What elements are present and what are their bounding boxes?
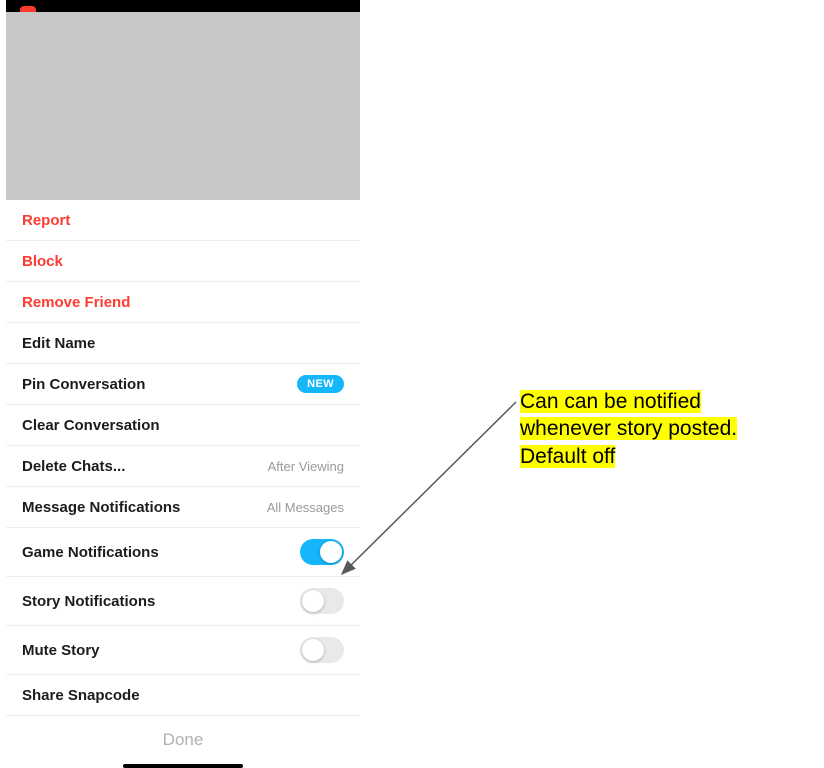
menu-pin-conversation[interactable]: Pin Conversation NEW: [6, 364, 360, 405]
annotation-text: Can can be notified whenever story poste…: [520, 388, 737, 470]
done-button[interactable]: Done: [6, 716, 360, 760]
snapcode-preview: [6, 12, 360, 200]
menu-list: Report Block Remove Friend Edit Name Pin…: [6, 200, 360, 768]
menu-label: Edit Name: [22, 335, 95, 352]
menu-label: Mute Story: [22, 642, 100, 659]
menu-label: Clear Conversation: [22, 417, 160, 434]
annotation-line: Can can be notified: [520, 390, 701, 413]
annotation-line: Default off: [520, 445, 615, 468]
menu-message-notifications[interactable]: Message Notifications All Messages: [6, 487, 360, 528]
menu-label: Message Notifications: [22, 499, 180, 516]
toggle-knob: [320, 541, 342, 563]
toggle-mute-story[interactable]: [300, 637, 344, 663]
menu-game-notifications: Game Notifications: [6, 528, 360, 577]
annotation-line: whenever story posted.: [520, 417, 737, 440]
menu-value: All Messages: [267, 500, 344, 515]
toggle-game-notifications[interactable]: [300, 539, 344, 565]
toggle-knob: [302, 639, 324, 661]
menu-label: Report: [22, 212, 70, 229]
annotation-arrow: [336, 396, 526, 586]
toggle-story-notifications[interactable]: [300, 588, 344, 614]
menu-label: Block: [22, 253, 63, 270]
phone-frame: Report Block Remove Friend Edit Name Pin…: [6, 0, 360, 748]
menu-share-snapcode[interactable]: Share Snapcode: [6, 675, 360, 716]
menu-mute-story: Mute Story: [6, 626, 360, 675]
menu-report[interactable]: Report: [6, 200, 360, 241]
menu-remove-friend[interactable]: Remove Friend: [6, 282, 360, 323]
menu-clear-conversation[interactable]: Clear Conversation: [6, 405, 360, 446]
menu-delete-chats[interactable]: Delete Chats... After Viewing: [6, 446, 360, 487]
menu-label: Game Notifications: [22, 544, 159, 561]
toggle-knob: [302, 590, 324, 612]
menu-label: Share Snapcode: [22, 687, 140, 704]
menu-label: Remove Friend: [22, 294, 130, 311]
status-bar: [6, 0, 360, 12]
new-badge: NEW: [297, 375, 344, 393]
menu-block[interactable]: Block: [6, 241, 360, 282]
menu-story-notifications: Story Notifications: [6, 577, 360, 626]
menu-label: Delete Chats...: [22, 458, 125, 475]
menu-edit-name[interactable]: Edit Name: [6, 323, 360, 364]
home-indicator: [123, 764, 243, 768]
menu-value: After Viewing: [268, 459, 344, 474]
menu-label: Story Notifications: [22, 593, 155, 610]
menu-label: Pin Conversation: [22, 376, 145, 393]
